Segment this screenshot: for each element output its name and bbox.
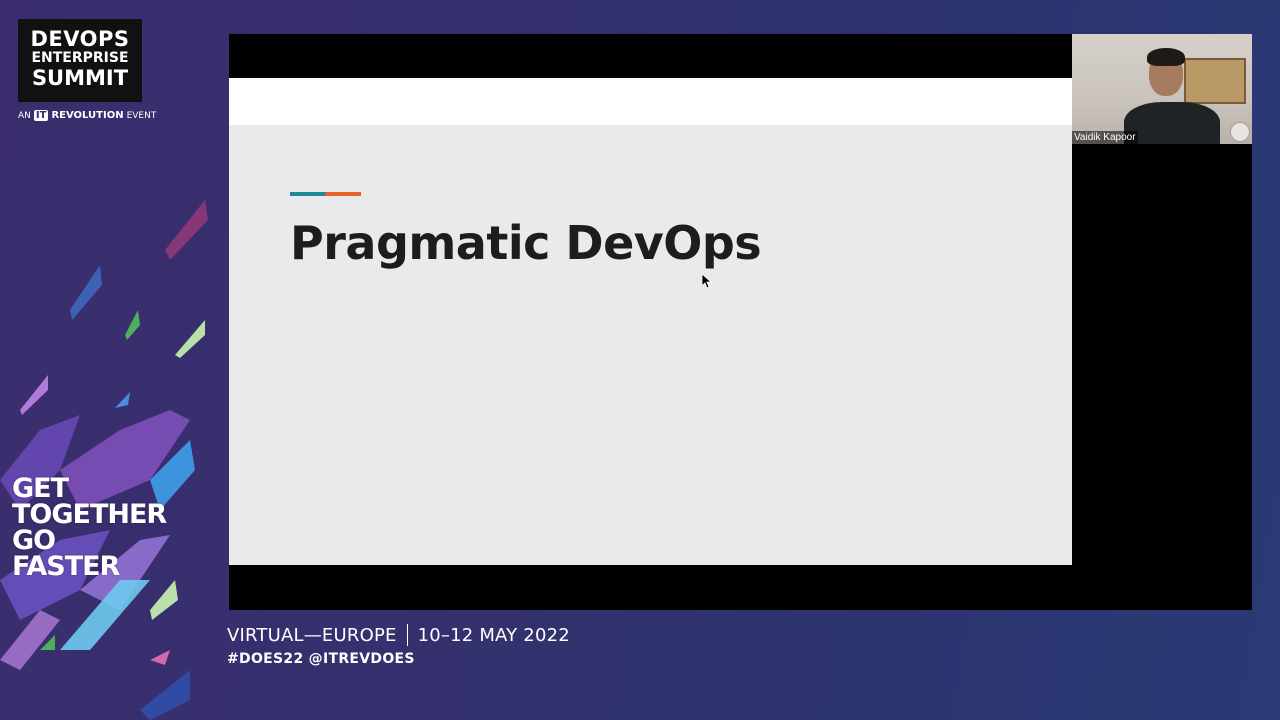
byline-suffix: EVENT [126,110,157,121]
presentation-slide: Pragmatic DevOps [229,78,1072,565]
itrevolution-mark-icon: IT [33,110,49,121]
event-hashtags: #DOES22 @ITREVDOES [227,651,415,667]
footer-divider [406,624,408,646]
devops-enterprise-summit-logo: DEVOPS ENTERPRISE SUMMIT [18,19,142,102]
byline-brand: REVOLUTION [51,110,124,121]
itrevolution-byline: AN IT REVOLUTION EVENT [18,110,158,121]
speaker-body [1124,102,1220,144]
logo-line-2: ENTERPRISE [31,50,129,66]
video-player[interactable]: Pragmatic DevOps Vaidik Kapoor [229,34,1252,610]
speaker-name-tag: Vaidik Kapoor [1072,131,1138,144]
event-footer: VIRTUAL—EUROPE 10–12 MAY 2022 #DOES22 @I… [227,624,570,667]
logo-line-3: SUMMIT [31,66,129,90]
slide-title: Pragmatic DevOps [290,216,762,270]
event-dates: 10–12 MAY 2022 [417,624,570,646]
event-info: VIRTUAL—EUROPE 10–12 MAY 2022 [227,624,570,646]
decorative-shards [0,200,208,720]
logo-line-1: DEVOPS [30,27,130,51]
speaker-webcam: Vaidik Kapoor [1072,34,1252,144]
mouse-cursor-icon [702,274,712,289]
slide-header-band [229,78,1072,125]
event-location: VIRTUAL—EUROPE [227,624,397,646]
wall-clock [1230,122,1250,142]
speaker-hair [1147,48,1185,66]
event-tagline: GET TOGETHER GO FASTER [12,475,167,582]
tagline-line: FASTER [12,551,120,582]
wall-map [1184,58,1246,104]
slide-accent-bar [290,192,361,196]
byline-prefix: AN [18,110,31,121]
